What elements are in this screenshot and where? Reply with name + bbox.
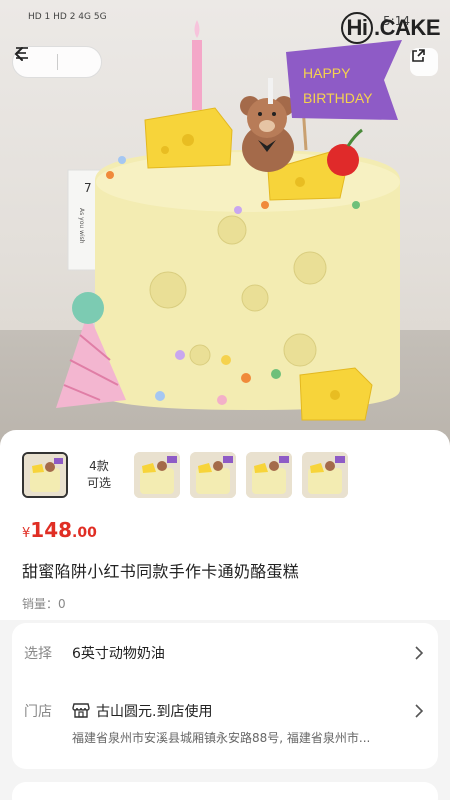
- price-integer: 148: [30, 518, 73, 542]
- sales-count: 销量：0: [22, 597, 66, 611]
- banner-line2: BIRTHDAY: [303, 90, 373, 106]
- variant-selector: 4款 可选: [22, 452, 348, 498]
- cake-thumbnail: [190, 452, 236, 498]
- status-left: HD 1 HD 2 4G 5G: [28, 12, 107, 22]
- chevron-right-icon: [415, 704, 424, 718]
- cake-thumbnail: [302, 452, 348, 498]
- share-icon: [412, 49, 425, 62]
- store-address: 福建省泉州市安溪县城厢镇永安路88号, 福建省泉州市...: [72, 731, 371, 745]
- spec-select-value: 6英寸动物奶油: [72, 646, 165, 662]
- chevron-right-icon: [415, 646, 424, 660]
- spec-select-row[interactable]: 选择 6英寸动物奶油: [12, 643, 438, 665]
- store-name: 古山圆元.到店使用: [96, 704, 213, 720]
- spec-select-label: 选择: [24, 646, 52, 662]
- variant-count-label: 4款: [89, 459, 109, 473]
- price-decimal: .00: [72, 525, 97, 541]
- box-text: As you wish: [78, 208, 85, 244]
- next-section-card: [12, 782, 438, 800]
- product-info-card: 4款 可选 ¥148.00 甜蜜陷阱小红书同款手作卡通奶酪蛋糕 销量：0: [0, 430, 450, 620]
- cake-thumbnail: [24, 454, 66, 496]
- variant-thumb[interactable]: [134, 452, 180, 498]
- store-label: 门店: [24, 704, 52, 720]
- product-title: 甜蜜陷阱小红书同款手作卡通奶酪蛋糕: [22, 562, 300, 581]
- price: ¥148.00: [22, 518, 97, 542]
- variant-count-sub: 可选: [86, 476, 111, 490]
- menu-icon: [16, 47, 28, 59]
- cake-thumbnail: [134, 452, 180, 498]
- store-icon: [72, 703, 90, 718]
- options-card: 选择 6英寸动物奶油 门店 古山圆元.到店使用 福建省泉州市安溪县城厢镇永安路8…: [12, 623, 438, 769]
- store-row[interactable]: 门店 古山圆元.到店使用 福建省泉州市安溪县城厢镇永安路88号, 福建省泉州市.…: [12, 701, 438, 753]
- banner-line1: HAPPY: [303, 65, 351, 81]
- nav-capsule: [12, 46, 102, 78]
- brand-suffix: .CAKE: [374, 15, 440, 40]
- variant-count: 4款 可选: [76, 458, 122, 492]
- status-network-text: HD 1 HD 2 4G 5G: [28, 12, 107, 22]
- share-button[interactable]: [410, 48, 438, 76]
- brand-hi: Hi: [341, 12, 374, 44]
- product-hero-image[interactable]: 7 As you wish HAPPY BIRTHDAY HD 1 HD 2 4…: [0, 0, 450, 450]
- cake-thumbnail: [246, 452, 292, 498]
- variant-thumb[interactable]: [190, 452, 236, 498]
- variant-thumb-selected[interactable]: [22, 452, 68, 498]
- variant-thumb[interactable]: [302, 452, 348, 498]
- box-number: 7: [84, 181, 92, 195]
- variant-thumb[interactable]: [246, 452, 292, 498]
- brand-logo: Hi .CAKE: [341, 12, 440, 44]
- menu-button[interactable]: [16, 46, 101, 78]
